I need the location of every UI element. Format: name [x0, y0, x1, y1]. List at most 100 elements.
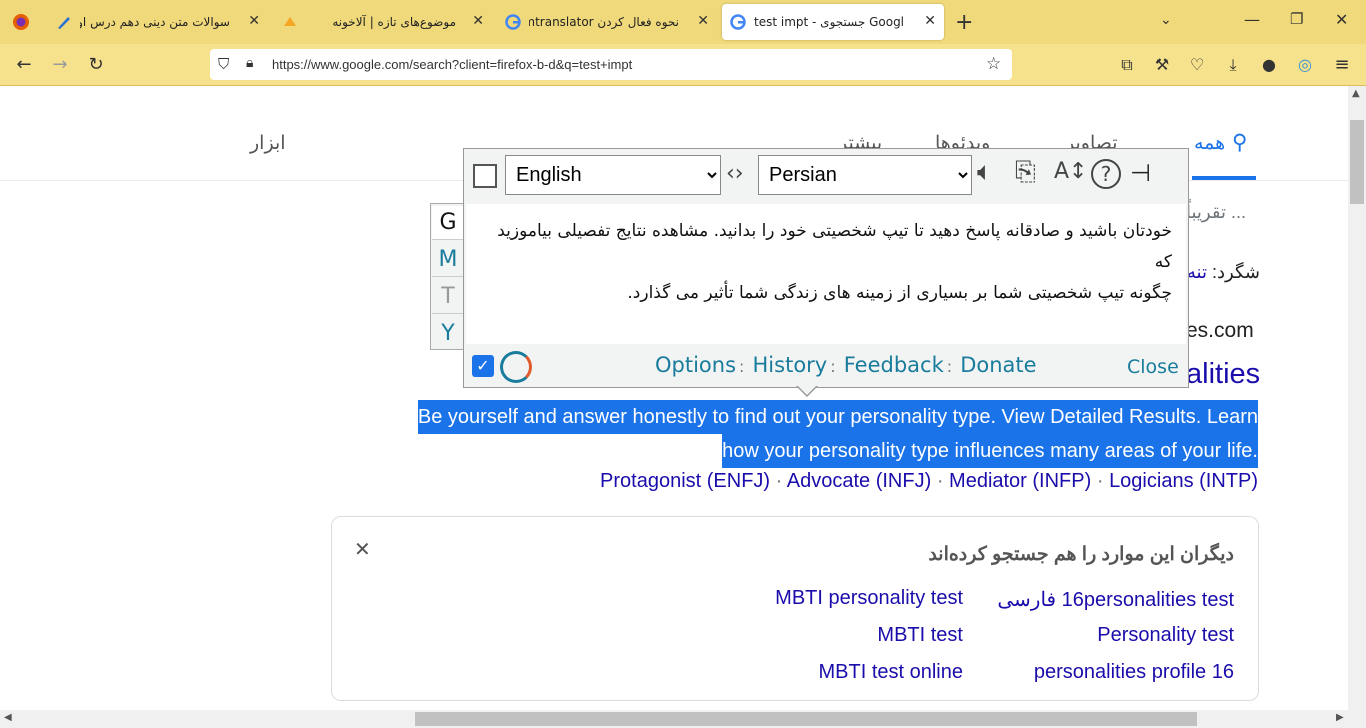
menu-icon[interactable]: ≡	[1330, 53, 1354, 77]
minimize-button[interactable]: —	[1244, 10, 1260, 29]
font-size-icon[interactable]: A↕	[1054, 159, 1087, 184]
close-icon[interactable]: ✕	[472, 13, 484, 29]
tab-label: سوالات متن دینی دهم درس اول	[80, 15, 230, 29]
google-icon	[505, 14, 521, 30]
tab-imtranslator[interactable]: نحوه فعال کردن imtranslator برا ✕	[497, 4, 717, 40]
downloads-icon[interactable]: ⤓	[1221, 53, 1245, 77]
tab-alakhoone[interactable]: موضوع‌های تازه | آلاخونه ✕	[274, 4, 492, 40]
student-link[interactable]: تنه	[1187, 262, 1207, 282]
imtranslator-icon[interactable]: ◎	[1293, 53, 1317, 77]
forward-button[interactable]: →	[48, 53, 72, 77]
close-icon[interactable]: ✕	[248, 13, 260, 29]
result-sublinks: Protagonist (ENFJ) · Advocate (INFJ) · M…	[600, 470, 1258, 492]
student-label: شگرد:	[1212, 262, 1260, 282]
suggestion-link[interactable]: MBTI test online	[818, 661, 963, 684]
firefox-menu-icon[interactable]	[11, 12, 31, 32]
vertical-scrollbar[interactable]: ▲	[1348, 86, 1366, 710]
close-icon[interactable]: ✕	[354, 537, 371, 562]
scroll-left-arrow-icon[interactable]: ◀	[4, 712, 12, 723]
lock-icon[interactable]: 🔒︎	[246, 55, 253, 71]
suggestion-link[interactable]: MBTI test	[877, 624, 963, 647]
tab-google-search[interactable]: test impt - جستجوی Google ✕	[722, 4, 944, 40]
translation-line: خودتان باشید و صادقانه پاسخ دهید تا تیپ …	[497, 221, 1172, 272]
swap-languages-icon[interactable]: ‹›	[726, 161, 744, 186]
reload-button[interactable]: ↻	[84, 53, 108, 77]
engine-sidebar: G M T Y	[430, 203, 466, 350]
selected-text: Be yourself and answer honestly to find …	[417, 400, 1258, 434]
tab-label: نحوه فعال کردن imtranslator برا	[529, 15, 679, 29]
help-icon[interactable]: ?	[1091, 159, 1121, 189]
autotranslate-checkbox[interactable]: ✓	[472, 355, 494, 377]
pin-icon[interactable]: ⊣	[1130, 159, 1151, 187]
suggestion-link[interactable]: Personality test	[1097, 624, 1234, 647]
search-nav-all-label: همه	[1194, 133, 1226, 154]
scroll-right-arrow-icon[interactable]: ▶	[1336, 712, 1344, 723]
target-language-select[interactable]: Persian	[758, 155, 972, 195]
translation-output: خودتان باشید و صادقانه پاسخ دهید تا تیپ …	[466, 204, 1186, 344]
people-also-search-heading: دیگران این موارد را هم جستجو کرده‌اند	[928, 544, 1234, 565]
popup-pointer-inner	[798, 386, 816, 395]
address-bar[interactable]: ⛉ 🔒︎ https://www.google.com/search?clien…	[210, 49, 1012, 80]
sublink-advocate[interactable]: Advocate (INFJ)	[787, 470, 931, 492]
result-site: es.com	[1186, 319, 1254, 342]
tab-label: موضوع‌های تازه | آلاخونه	[332, 15, 456, 29]
list-tabs-icon[interactable]: ⌄	[1160, 12, 1172, 28]
source-language-select[interactable]: English	[505, 155, 721, 195]
result-stats: تقریباً ...	[1186, 202, 1246, 222]
sublink-protagonist[interactable]: Protagonist (ENFJ)	[600, 470, 770, 492]
selected-text: how your personality type influences man…	[722, 434, 1258, 468]
options-link[interactable]: Options	[655, 353, 736, 377]
tools-icon[interactable]: ⚒	[1150, 53, 1174, 77]
sublink-logicians[interactable]: Logicians (INTP)	[1109, 470, 1258, 492]
speaker-icon[interactable]: 🔈︎	[977, 157, 993, 188]
shield-icon[interactable]: ⛉	[218, 55, 229, 73]
url-text: https://www.google.com/search?client=fir…	[272, 57, 633, 72]
horizontal-scroll-thumb[interactable]	[415, 712, 1197, 726]
result-snippet-line2: how your personality type influences man…	[722, 434, 1258, 468]
engine-translator-button[interactable]: T	[432, 280, 464, 314]
site-icon	[282, 14, 298, 30]
translation-line: چگونه تیپ شخصیتی شما بر بسیاری از زمینه …	[627, 283, 1172, 303]
horizontal-scrollbar[interactable]: ◀ ▶	[0, 710, 1366, 728]
translator-footer: Options: History: Feedback: Donate	[655, 353, 1037, 377]
pocket-icon[interactable]: ♡	[1185, 53, 1209, 77]
copy-icon[interactable]: ⎘	[1015, 157, 1036, 188]
tab-religion-questions[interactable]: سوالات متن دینی دهم درس اول ✕	[48, 4, 268, 40]
tab-label: test impt - جستجوی Google	[754, 15, 904, 29]
new-tab-button[interactable]: +	[955, 10, 973, 35]
pen-icon	[56, 14, 72, 30]
extensions-icon[interactable]: ⧉	[1115, 53, 1139, 77]
account-icon[interactable]: ●	[1257, 53, 1281, 77]
vertical-scroll-thumb[interactable]	[1350, 120, 1364, 204]
google-icon	[730, 14, 746, 30]
window-close-button[interactable]: ✕	[1335, 10, 1348, 29]
tab-bar: سوالات متن دینی دهم درس اول ✕ موضوع‌های …	[0, 0, 1366, 44]
history-link[interactable]: History	[753, 353, 828, 377]
translator-popup: English ‹› Persian 🔈︎ ⎘ A↕ ? ⊣ خودتان با…	[463, 148, 1189, 388]
result-snippet-line1: Be yourself and answer honestly to find …	[417, 400, 1258, 434]
engine-microsoft-button[interactable]: M	[432, 243, 464, 277]
imtranslator-logo-icon[interactable]	[500, 351, 532, 383]
suggestion-link[interactable]: 16 personalities profile	[1034, 661, 1234, 684]
pin-checkbox[interactable]	[473, 164, 497, 188]
student-text: شگرد: تنه	[1186, 262, 1260, 283]
feedback-link[interactable]: Feedback	[844, 353, 944, 377]
result-title[interactable]: alities	[1186, 358, 1260, 391]
back-button[interactable]: ←	[12, 53, 36, 77]
bookmark-star-icon[interactable]: ☆	[986, 54, 1001, 74]
tab-all[interactable]: همه ⚲	[1192, 130, 1256, 180]
engine-google-button[interactable]: G	[432, 206, 464, 240]
sublink-mediator[interactable]: Mediator (INFP)	[949, 470, 1091, 492]
search-icon: ⚲	[1232, 131, 1248, 154]
people-also-search-box: ✕ دیگران این موارد را هم جستجو کرده‌اند …	[331, 516, 1259, 701]
restore-button[interactable]: ❐	[1290, 10, 1303, 28]
scroll-up-arrow-icon[interactable]: ▲	[1352, 88, 1360, 99]
suggestion-link[interactable]: MBTI personality test	[775, 587, 963, 610]
engine-yandex-button[interactable]: Y	[432, 317, 464, 351]
close-icon[interactable]: ✕	[924, 13, 936, 29]
close-icon[interactable]: ✕	[697, 13, 709, 29]
close-link[interactable]: Close	[1127, 356, 1179, 378]
search-nav-tools[interactable]: ابزار	[250, 132, 286, 155]
suggestion-link[interactable]: 16personalities test فارسی	[997, 587, 1234, 612]
donate-link[interactable]: Donate	[960, 353, 1036, 377]
